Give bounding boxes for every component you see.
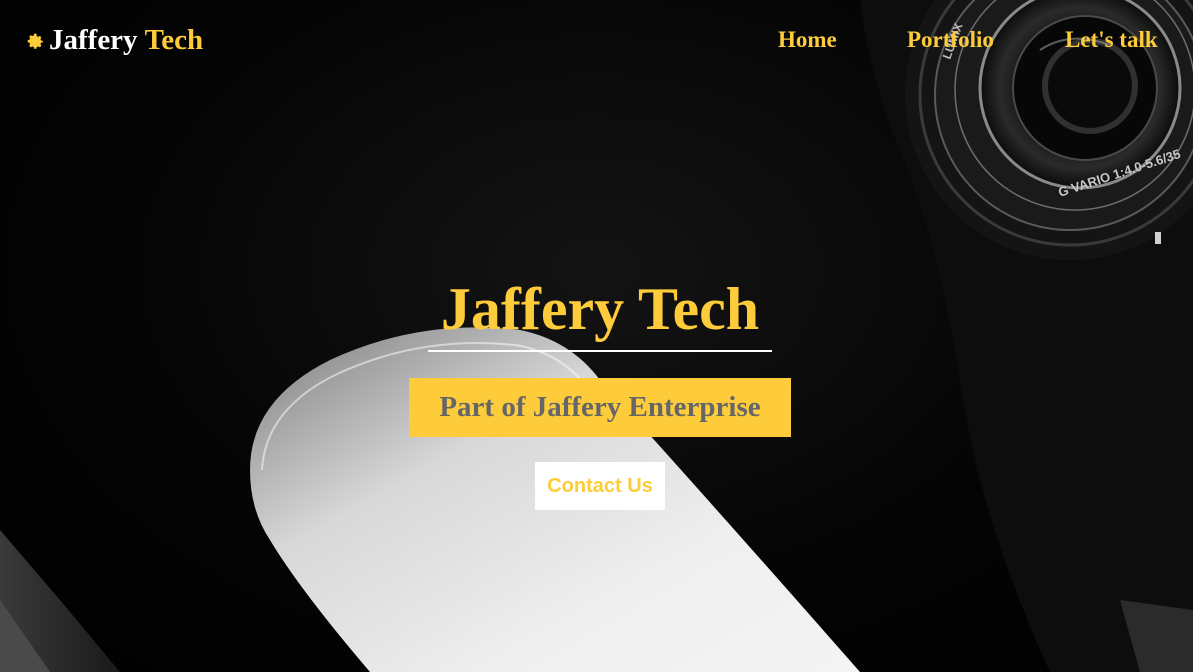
camera-lens-image: G VARIO 1:4.0-5.6/35 LUMIX [860,0,1193,672]
page: G VARIO 1:4.0-5.6/35 LUMIX Jaffery Tech … [0,0,1193,672]
brand-name-first: Jaffery [49,24,138,56]
nav-link-home[interactable]: Home [778,26,837,54]
contact-us-button[interactable]: Contact Us [535,462,665,510]
gear-icon [27,33,43,49]
brand-name-second: Tech [144,24,204,56]
navbar: Jaffery Tech Home Portfolio Let's talk [0,0,1193,80]
nav-link-portfolio[interactable]: Portfolio [907,26,994,54]
brand-logo-link[interactable]: Jaffery Tech [25,22,203,58]
nav-link-lets-talk[interactable]: Let's talk [1065,26,1158,54]
hero-title: Jaffery Tech [428,272,772,352]
hero-subtitle: Part of Jaffery Enterprise [409,378,791,437]
